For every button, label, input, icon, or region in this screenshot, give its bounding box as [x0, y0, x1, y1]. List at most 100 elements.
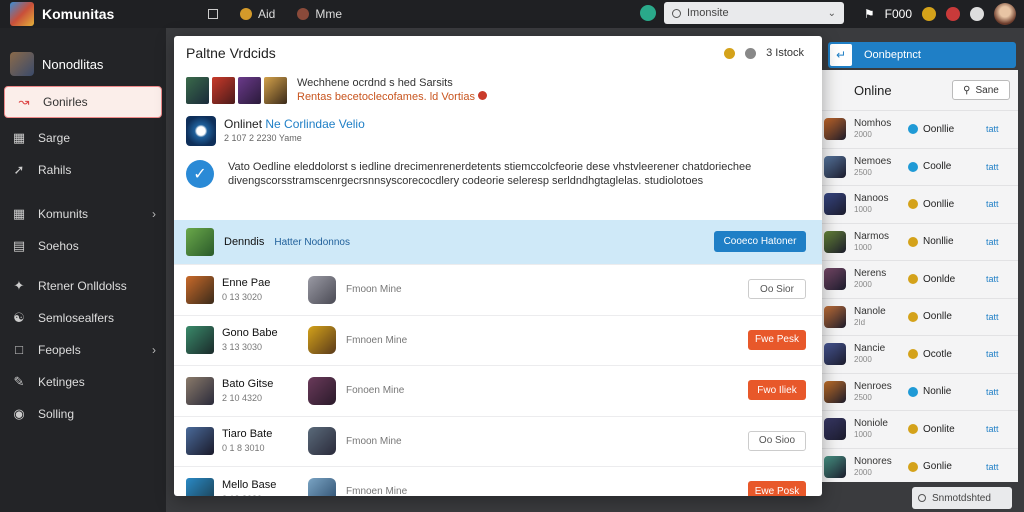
topbar-right-label[interactable]: F000 [885, 7, 912, 21]
game-icon [308, 477, 336, 496]
avatar[interactable] [994, 3, 1016, 25]
search-icon [918, 494, 926, 502]
chevron-down-icon[interactable]: ⌄ [828, 8, 836, 19]
sidebar-item-gonirles[interactable]: ↝ Gonirles [4, 86, 162, 118]
friend-status: Oonllie [923, 123, 955, 135]
shop-icon: ▦ [12, 130, 26, 145]
topbar-item-aid[interactable]: Aid [240, 7, 275, 21]
community-icon: ▦ [12, 206, 26, 221]
settings-icon[interactable] [745, 47, 757, 59]
player-avatar [186, 376, 214, 405]
heart-icon[interactable]: ✓ [186, 160, 214, 188]
player-avatar [186, 477, 214, 496]
status-dot-icon [908, 161, 918, 172]
sidebar-item-rahils[interactable]: ➚ Rahils [0, 154, 166, 186]
back-arrow-icon[interactable]: ↵ [830, 44, 852, 66]
sidebar-item-solling[interactable]: ◉ Solling [0, 398, 166, 430]
friend-name: Nenroes [854, 380, 892, 392]
online-status-row[interactable]: Onlinet Ne Corlindae Velio 2 107 2 2230 … [174, 116, 822, 146]
player-list: Enne Pae 0 13 3020 Fmoon Mine Oo Sior Gono B… [174, 264, 822, 496]
friend-link[interactable]: tatt [986, 237, 999, 247]
online-friend-row[interactable]: Nanole 2Id Oonlle tatt [822, 297, 1018, 336]
status-dot-icon [908, 124, 918, 135]
game-icon [308, 275, 336, 304]
friend-search-input[interactable]: Snmotdshted [912, 487, 1012, 509]
player-action-button[interactable]: Oo Sioo [748, 430, 806, 451]
notification-icon[interactable] [946, 7, 960, 21]
game-link[interactable]: Ne Corlindae Velio [265, 117, 364, 131]
friend-link[interactable]: tatt [986, 424, 999, 434]
player-time: 0 1 8 3010 [222, 443, 265, 454]
primary-action-button[interactable]: Cooeco Hatoner [714, 231, 806, 252]
game-thumbnails [186, 76, 287, 104]
list-item[interactable]: Enne Pae 0 13 3020 Fmoon Mine Oo Sior [174, 264, 822, 315]
sidebar-item-komunits[interactable]: ▦ Komunits › [0, 198, 166, 230]
list-item[interactable]: Gono Babe 3 13 3030 Fmnoen Mine Fwe Pesk [174, 314, 822, 366]
friend-link[interactable]: tatt [986, 462, 999, 472]
player-action-button[interactable]: Ewe Posk [748, 481, 806, 496]
player-action-button[interactable]: Oo Sior [748, 279, 806, 299]
online-friend-row[interactable]: Nanoos 1000 Oonllie tatt [822, 185, 1018, 223]
sidebar-item-semlosealfers[interactable]: ☯ Semlosealfers [0, 302, 166, 334]
player-action-button[interactable]: Fwe Pesk [748, 329, 806, 350]
save-button[interactable]: ⚲ Sane [952, 80, 1010, 100]
description-text: Vato Oedline eleddolorst s iedline dreci… [228, 161, 752, 187]
topbar-item-mme[interactable]: Mme [297, 7, 342, 21]
friend-status: Nonllie [923, 236, 954, 248]
sidebar-profile[interactable]: Nonodlitas [0, 44, 166, 84]
online-friend-row[interactable]: Nenroes 2500 Nonlie tatt [822, 372, 1018, 411]
stock-label[interactable]: 3 Istock [766, 47, 804, 59]
trophy-icon[interactable] [724, 47, 736, 59]
player-time: 3 13 3030 [222, 342, 263, 353]
friend-link[interactable]: tatt [986, 312, 999, 322]
right-header-bar[interactable]: ↵ Oonbeptnct [828, 42, 1016, 68]
friend-link[interactable]: tatt [986, 199, 999, 209]
sidebar-item-soehos[interactable]: ▤ Soehos [0, 230, 166, 262]
status-icon[interactable] [640, 5, 656, 21]
online-friend-row[interactable]: Nemoes 2500 Coolle tatt [822, 147, 1018, 186]
online-friend-row[interactable]: Nomhos 2000 Oonllie tatt [822, 110, 1018, 148]
dialog-header: Paltne Vrdcids 3 Istock [174, 36, 822, 70]
game-icon [308, 427, 336, 456]
player-avatar [186, 427, 214, 456]
online-friend-row[interactable]: Nonores 2000 Gonlie tatt [822, 447, 1018, 486]
messages-icon[interactable] [970, 7, 984, 21]
list-item[interactable]: Bato Gitse 2 10 4320 Fonoen Mine Fwo Iliek [174, 365, 822, 416]
sidebar-item-rtener[interactable]: ✦ Rtener Onlldolss [0, 270, 166, 302]
selected-player-row[interactable]: Denndis Hatter Nodonnos Cooeco Hatoner [174, 220, 822, 264]
sidebar-item-feopels[interactable]: □ Feopels › [0, 334, 166, 366]
status-dot-icon [908, 199, 918, 210]
friend-name: Nancie [854, 343, 886, 355]
player-action-button[interactable]: Fwo Iliek [748, 380, 806, 400]
list-item[interactable]: Tiaro Bate 0 1 8 3010 Fmoon Mine Oo Sioo [174, 415, 822, 467]
friend-link[interactable]: tatt [986, 387, 999, 397]
friend-name: Nanole [854, 305, 886, 317]
sidebar-item-ketinges[interactable]: ✎ Ketinges [0, 366, 166, 398]
bookmark-icon[interactable]: ⚑ [864, 7, 875, 21]
sidebar-item-sarge[interactable]: ▦ Sarge [0, 122, 166, 154]
friend-link[interactable]: tatt [986, 349, 999, 359]
friend-link[interactable]: tatt [986, 124, 999, 134]
window-toggle-icon[interactable] [208, 9, 218, 19]
trophy-icon[interactable] [922, 7, 936, 21]
friend-link[interactable]: tatt [986, 162, 999, 172]
search-input[interactable]: Imonsite ⌄ [664, 2, 844, 24]
status-dot-icon [908, 461, 918, 472]
online-friend-row[interactable]: Noniole 1000 Oonlite tatt [822, 410, 1018, 448]
friend-status: Oonllie [923, 198, 955, 210]
chevron-right-icon: › [152, 207, 156, 221]
player-time: 0 13 3020 [222, 291, 263, 302]
online-friend-row[interactable]: Nerens 2000 Oonlde tatt [822, 260, 1018, 298]
player-time: 2 10 4320 [222, 392, 263, 403]
friend-time: 2000 [854, 467, 872, 477]
list-item[interactable]: Mello Base2 13 3030 Fmnoen Mine Ewe Posk [174, 466, 822, 496]
edit-icon: ✎ [13, 374, 25, 389]
friend-name: Nanoos [854, 193, 889, 205]
activity-row[interactable]: Wechhene ocrdnd s hed Sarsits Rentas bec… [174, 76, 822, 104]
game-thumbnail [238, 76, 261, 104]
online-friend-row[interactable]: Narmos 1000 Nonllie tatt [822, 222, 1018, 261]
friend-time: 2500 [854, 392, 872, 402]
online-friend-row[interactable]: Nancie 2000 Ocotle tatt [822, 335, 1018, 373]
online-panel-title: Online [854, 82, 892, 98]
friend-link[interactable]: tatt [986, 274, 999, 284]
